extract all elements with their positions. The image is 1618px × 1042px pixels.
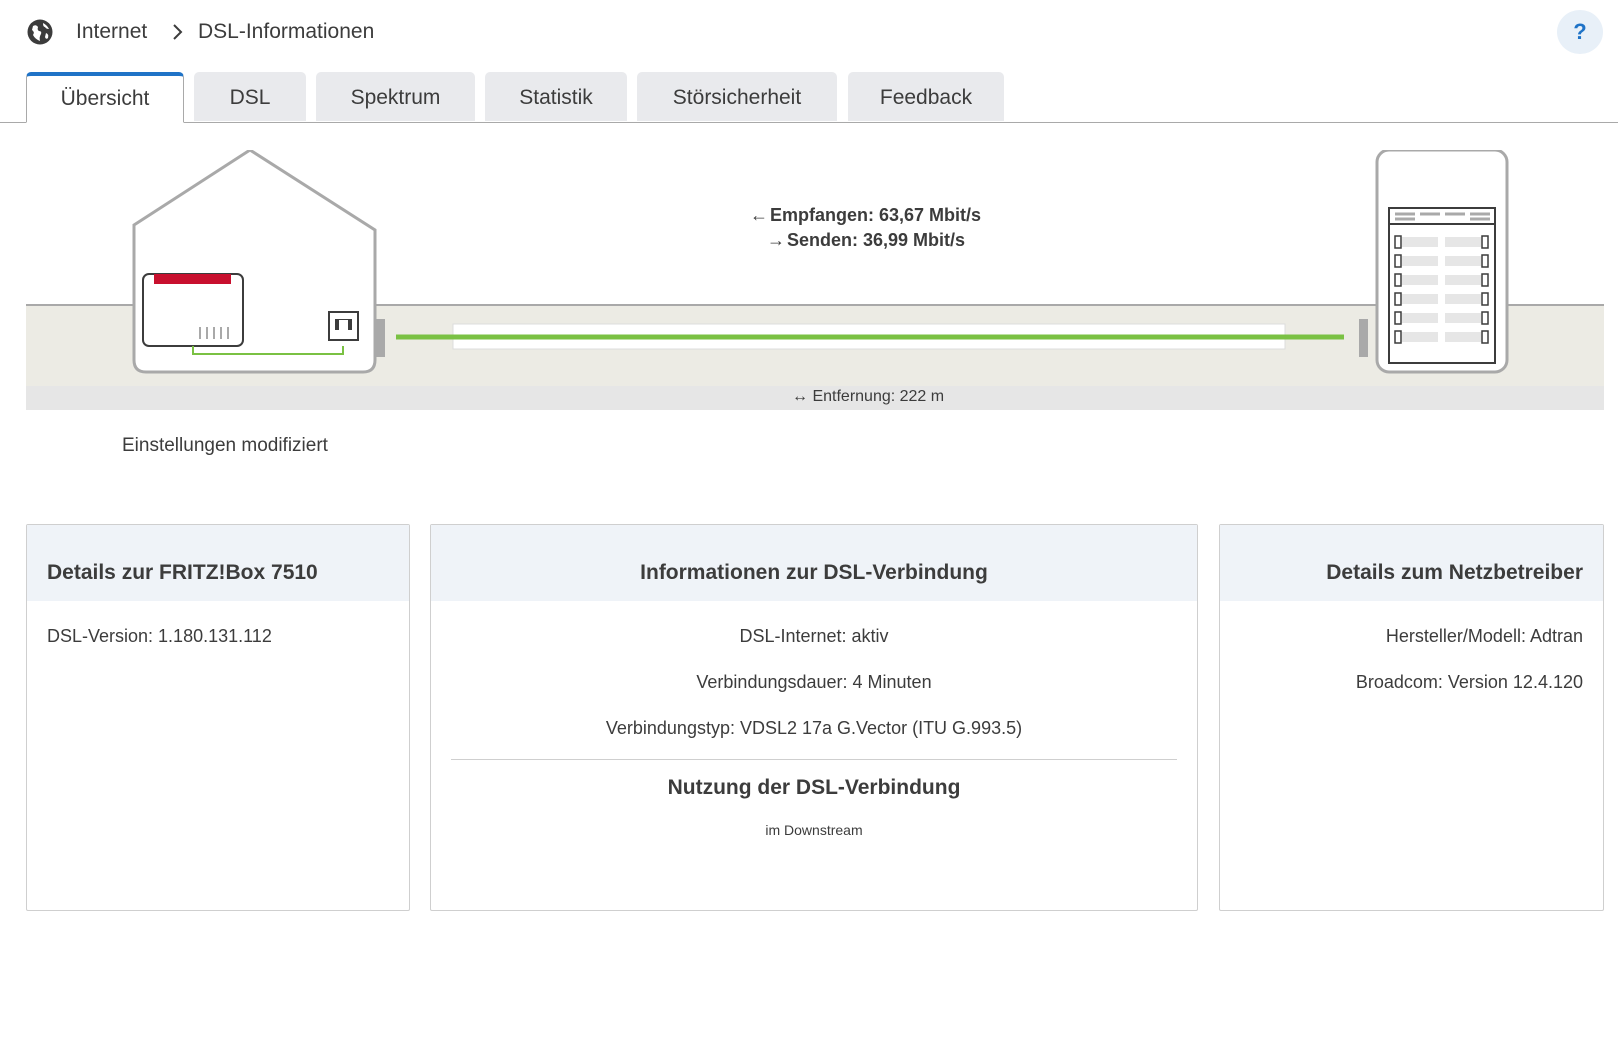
line-distance-text: Entfernung: 222 m [812, 388, 945, 405]
breadcrumb-internet[interactable]: Internet [76, 20, 147, 44]
tab-stoersicherheit[interactable]: Störsicherheit [637, 72, 837, 121]
dsl-connection-card: Informationen zur DSL-Verbindung DSL-Int… [430, 524, 1198, 911]
broadcom-version: Broadcom: Version 12.4.120 [1355, 672, 1583, 692]
dsl-connection-title: Informationen zur DSL-Verbindung [431, 525, 1197, 601]
provider-details-title: Details zum Netzbetreiber [1220, 525, 1603, 601]
arrow-right-icon: → [767, 230, 785, 250]
router-led-bar [154, 274, 231, 284]
dsl-line-diagram: ← Empfangen: 63,67 Mbit/s → Senden: 36,99 … [26, 150, 1604, 410]
connection-duration: Verbindungsdauer: 4 Minuten [696, 672, 932, 692]
help-button[interactable]: ? [1557, 10, 1603, 54]
chevron-right-icon [173, 24, 183, 40]
page-header: Internet DSL-Informationen ? [0, 0, 1618, 66]
receive-rate-text: Empfangen: 63,67 Mbit/s [770, 205, 982, 225]
fritzbox-details-card: Details zur FRITZ!Box 7510 DSL-Version: … [26, 524, 410, 911]
provider-model: Hersteller/Modell: Adtran [1385, 626, 1583, 646]
breadcrumb-current: DSL-Informationen [198, 20, 375, 43]
settings-status: Einstellungen modifiziert [122, 435, 328, 456]
card-divider [451, 759, 1177, 760]
tab-statistik[interactable]: Statistik [485, 72, 627, 121]
arrow-left-icon: ← [750, 205, 768, 225]
house-plug [376, 319, 385, 357]
tab-dsl[interactable]: DSL [194, 72, 306, 121]
dsl-internet-status: DSL-Internet: aktiv [739, 626, 889, 646]
dsl-usage-note: im Downstream [765, 822, 863, 838]
dsl-version: DSL-Version: 1.180.131.112 [47, 626, 272, 646]
receive-rate: ← Empfangen: 63,67 Mbit/s [750, 205, 981, 226]
tab-feedback[interactable]: Feedback [848, 72, 1004, 121]
fritzbox-details-title: Details zur FRITZ!Box 7510 [27, 525, 409, 601]
connection-type: Verbindungstyp: VDSL2 17a G.Vector (ITU … [605, 718, 1023, 738]
send-rate-text: Senden: 36,99 Mbit/s [787, 230, 966, 250]
tab-spektrum[interactable]: Spektrum [316, 72, 475, 121]
tab-uebersicht[interactable]: Übersicht [26, 72, 184, 123]
dsl-line-illustration [26, 150, 1604, 410]
dsl-usage-title: Nutzung der DSL-Verbindung [667, 776, 961, 799]
arrow-left-right-icon: ↔ [792, 388, 808, 405]
send-rate: → Senden: 36,99 Mbit/s [767, 230, 965, 251]
line-distance: ↔ Entfernung: 222 m [792, 388, 944, 406]
globe-icon [27, 19, 53, 45]
exchange-plug [1359, 319, 1368, 357]
provider-details-card: Details zum Netzbetreiber Hersteller/Mod… [1219, 524, 1604, 911]
help-icon: ? [1573, 19, 1587, 44]
tab-bar: Übersicht DSL Spektrum Statistik Störsic… [0, 72, 1618, 123]
